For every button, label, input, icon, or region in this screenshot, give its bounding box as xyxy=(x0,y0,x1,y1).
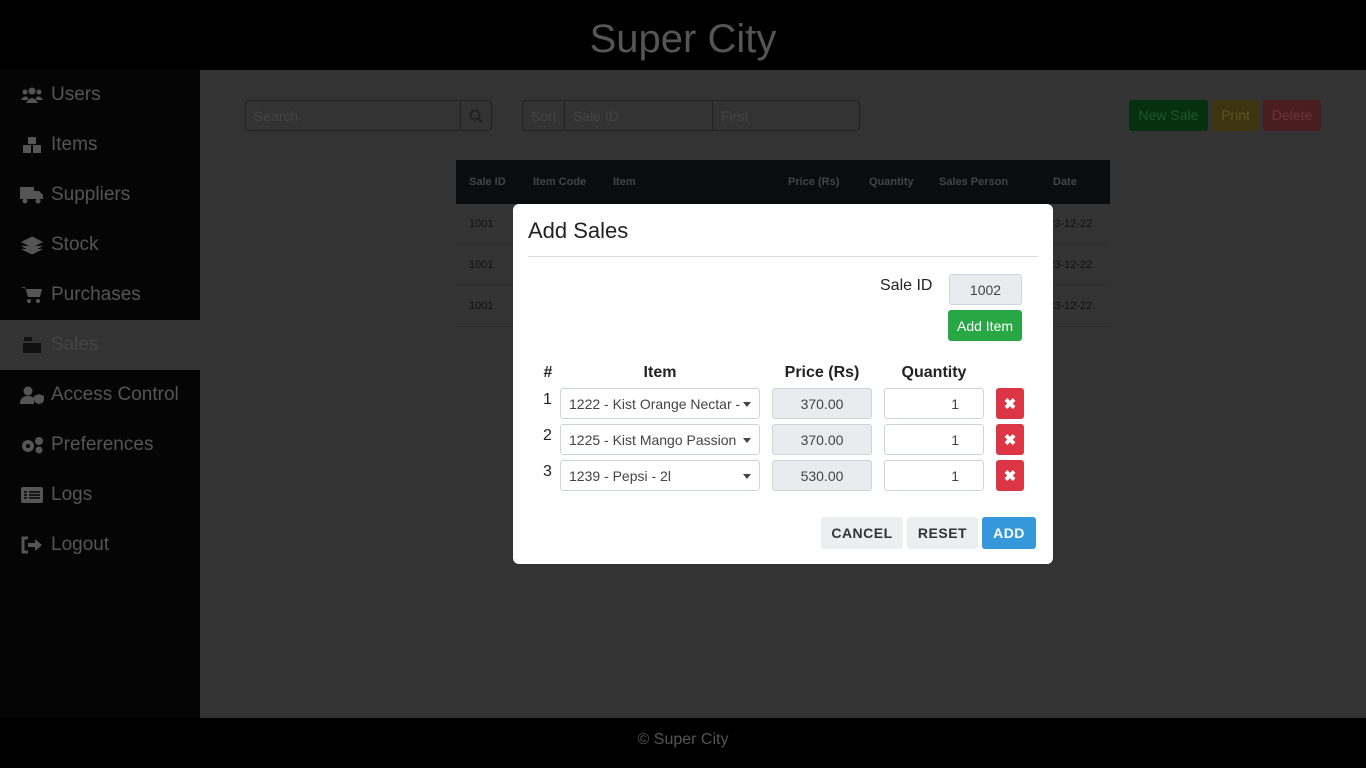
quantity-input[interactable]: 1 xyxy=(884,424,984,455)
users-icon xyxy=(20,86,44,104)
price-field: 530.00 xyxy=(772,460,872,491)
table-header: Sale ID Item Code Item Price (Rs) Quanti… xyxy=(456,160,1110,204)
search-icon xyxy=(469,109,483,123)
app-title: Super City xyxy=(589,17,777,61)
item-select[interactable]: 1222 - Kist Orange Nectar - 1l xyxy=(560,388,760,419)
gears-icon xyxy=(20,436,44,454)
sidebar: Users Items Suppliers Stock Purchases Sa… xyxy=(0,70,200,718)
item-select[interactable]: 1225 - Kist Mango Passion xyxy=(560,424,760,455)
sort-label: Sort xyxy=(523,101,565,130)
col-header-price: Price (Rs) xyxy=(784,364,860,381)
remove-item-button[interactable]: ✖ xyxy=(996,388,1024,419)
price-field: 370.00 xyxy=(772,388,872,419)
sidebar-item-logs[interactable]: Logs xyxy=(0,470,200,520)
sort-group: Sort Sale ID First xyxy=(522,100,860,131)
user-shield-icon xyxy=(20,386,44,404)
chevron-down-icon xyxy=(743,474,751,479)
delete-button[interactable]: Delete xyxy=(1263,100,1321,131)
reset-button[interactable]: RESET xyxy=(907,517,978,549)
add-button[interactable]: ADD xyxy=(982,517,1036,549)
remove-item-button[interactable]: ✖ xyxy=(996,424,1024,455)
search-input[interactable]: Search xyxy=(246,101,460,130)
close-icon: ✖ xyxy=(1003,431,1017,449)
footer-text: © Super City xyxy=(637,731,729,748)
cancel-button[interactable]: CANCEL xyxy=(821,517,903,549)
footer: © Super City xyxy=(0,718,1366,768)
truck-icon xyxy=(20,186,44,204)
sidebar-item-items[interactable]: Items xyxy=(0,120,200,170)
print-button[interactable]: Print xyxy=(1212,100,1259,131)
sale-id-field: 1002 xyxy=(949,274,1022,305)
new-sale-button[interactable]: New Sale xyxy=(1129,100,1208,131)
cart-icon xyxy=(20,286,44,304)
price-field: 370.00 xyxy=(772,424,872,455)
sale-id-label: Sale ID xyxy=(880,277,933,294)
add-item-button[interactable]: Add Item xyxy=(948,310,1022,341)
close-icon: ✖ xyxy=(1003,467,1017,485)
chevron-down-icon xyxy=(743,402,751,407)
col-header-quantity: Quantity xyxy=(901,364,967,381)
chevron-down-icon xyxy=(843,114,851,119)
layers-icon xyxy=(20,236,44,254)
sidebar-item-stock[interactable]: Stock xyxy=(0,220,200,270)
sort-field-select[interactable]: Sale ID xyxy=(565,101,713,130)
item-select[interactable]: 1239 - Pepsi - 2l xyxy=(560,460,760,491)
sign-out-icon xyxy=(20,536,44,554)
sidebar-item-preferences[interactable]: Preferences xyxy=(0,420,200,470)
remove-item-button[interactable]: ✖ xyxy=(996,460,1024,491)
sidebar-item-users[interactable]: Users xyxy=(0,70,200,120)
search-button[interactable] xyxy=(460,101,491,130)
sort-order-select[interactable]: First xyxy=(713,101,859,130)
chevron-down-icon xyxy=(696,114,704,119)
chevron-down-icon xyxy=(743,438,751,443)
sidebar-item-suppliers[interactable]: Suppliers xyxy=(0,170,200,220)
sidebar-item-access-control[interactable]: Access Control xyxy=(0,370,200,420)
sidebar-item-logout[interactable]: Logout xyxy=(0,520,200,570)
sidebar-item-purchases[interactable]: Purchases xyxy=(0,270,200,320)
close-icon: ✖ xyxy=(1003,395,1017,413)
quantity-input[interactable]: 1 xyxy=(884,460,984,491)
quantity-input[interactable]: 1 xyxy=(884,388,984,419)
search-bar: Search xyxy=(245,100,492,131)
app-header: Super City xyxy=(0,0,1366,70)
col-header-num: # xyxy=(543,364,553,381)
col-header-item: Item xyxy=(643,364,677,381)
cash-register-icon xyxy=(20,336,44,354)
add-sales-modal: Add Sales Sale ID 1002 Add Item # Item P… xyxy=(513,204,1053,564)
list-icon xyxy=(20,486,44,504)
modal-title: Add Sales xyxy=(528,218,629,243)
cubes-icon xyxy=(20,136,44,154)
sidebar-item-sales[interactable]: Sales xyxy=(0,320,200,370)
divider xyxy=(528,256,1038,257)
